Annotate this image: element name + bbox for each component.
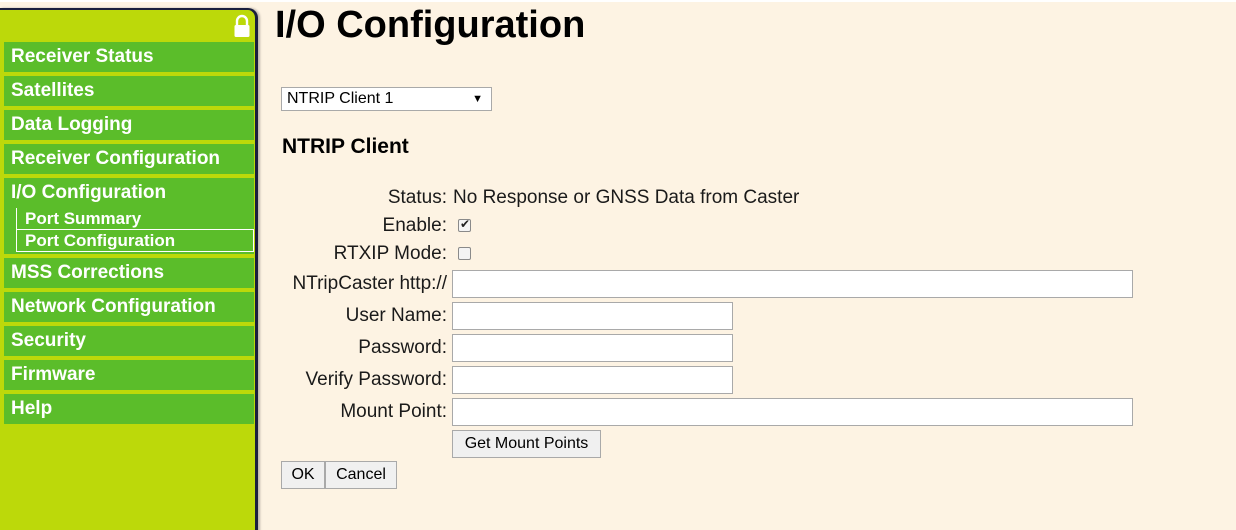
ok-button[interactable]: OK [281, 461, 325, 489]
get-mount-points-button[interactable]: Get Mount Points [452, 430, 601, 458]
dropdown-arrow-icon: ▼ [472, 93, 483, 105]
sidebar: Receiver Status Satellites Data Logging … [0, 8, 258, 530]
ntrip-client-select[interactable]: NTRIP Client 1 ▼ [281, 87, 492, 111]
page: Receiver Status Satellites Data Logging … [0, 0, 1236, 530]
verify-password-row: Verify Password: [280, 366, 1150, 394]
status-row: Status: No Response or GNSS Data from Ca… [280, 184, 1150, 212]
sidebar-item-data-logging[interactable]: Data Logging [4, 110, 254, 140]
top-border [0, 0, 1236, 2]
mount-point-input[interactable] [452, 398, 1133, 426]
status-value: No Response or GNSS Data from Caster [453, 187, 800, 208]
enable-checkbox[interactable]: ✔ [458, 217, 471, 232]
sidebar-item-receiver-status[interactable]: Receiver Status [4, 42, 254, 72]
sidebar-nav: Receiver Status Satellites Data Logging … [4, 42, 254, 428]
enable-row: Enable: ✔ [280, 212, 1150, 240]
username-row: User Name: [280, 302, 1150, 330]
mount-point-row: Mount Point: [280, 398, 1150, 426]
ntrip-client-select-value: NTRIP Client 1 [287, 90, 394, 107]
sidebar-group-io-configuration: I/O Configuration Port Summary Port Conf… [4, 178, 254, 254]
sidebar-item-mss-corrections[interactable]: MSS Corrections [4, 258, 254, 288]
padlock-icon [234, 14, 250, 37]
caster-row: NTripCaster http:// [280, 270, 1150, 298]
enable-label: Enable: [382, 215, 447, 236]
sidebar-item-help[interactable]: Help [4, 394, 254, 424]
rtxip-row: RTXIP Mode: [280, 240, 1150, 268]
sidebar-item-network-configuration[interactable]: Network Configuration [4, 292, 254, 322]
password-input[interactable] [452, 334, 733, 362]
rtxip-label: RTXIP Mode: [333, 243, 447, 264]
password-label: Password: [358, 337, 447, 358]
verify-password-label: Verify Password: [305, 369, 448, 390]
mount-point-label: Mount Point: [340, 401, 447, 422]
sidebar-item-security[interactable]: Security [4, 326, 254, 356]
sidebar-subitem-port-summary[interactable]: Port Summary [16, 208, 254, 229]
password-row: Password: [280, 334, 1150, 362]
page-title: I/O Configuration [275, 4, 586, 46]
section-title: NTRIP Client [282, 135, 409, 158]
sidebar-item-firmware[interactable]: Firmware [4, 360, 254, 390]
username-label: User Name: [345, 305, 447, 326]
sidebar-subitem-port-configuration[interactable]: Port Configuration [16, 229, 254, 252]
rtxip-checkbox[interactable] [458, 247, 471, 260]
caster-input[interactable] [452, 270, 1133, 298]
cancel-button[interactable]: Cancel [325, 461, 397, 489]
checkmark-icon: ✔ [460, 217, 471, 231]
verify-password-input[interactable] [452, 366, 733, 394]
status-label: Status: [387, 187, 447, 208]
sidebar-item-satellites[interactable]: Satellites [4, 76, 254, 106]
username-input[interactable] [452, 302, 733, 330]
caster-label: NTripCaster http:// [292, 273, 447, 294]
sidebar-item-receiver-configuration[interactable]: Receiver Configuration [4, 144, 254, 174]
sidebar-item-io-configuration[interactable]: I/O Configuration [4, 178, 254, 208]
